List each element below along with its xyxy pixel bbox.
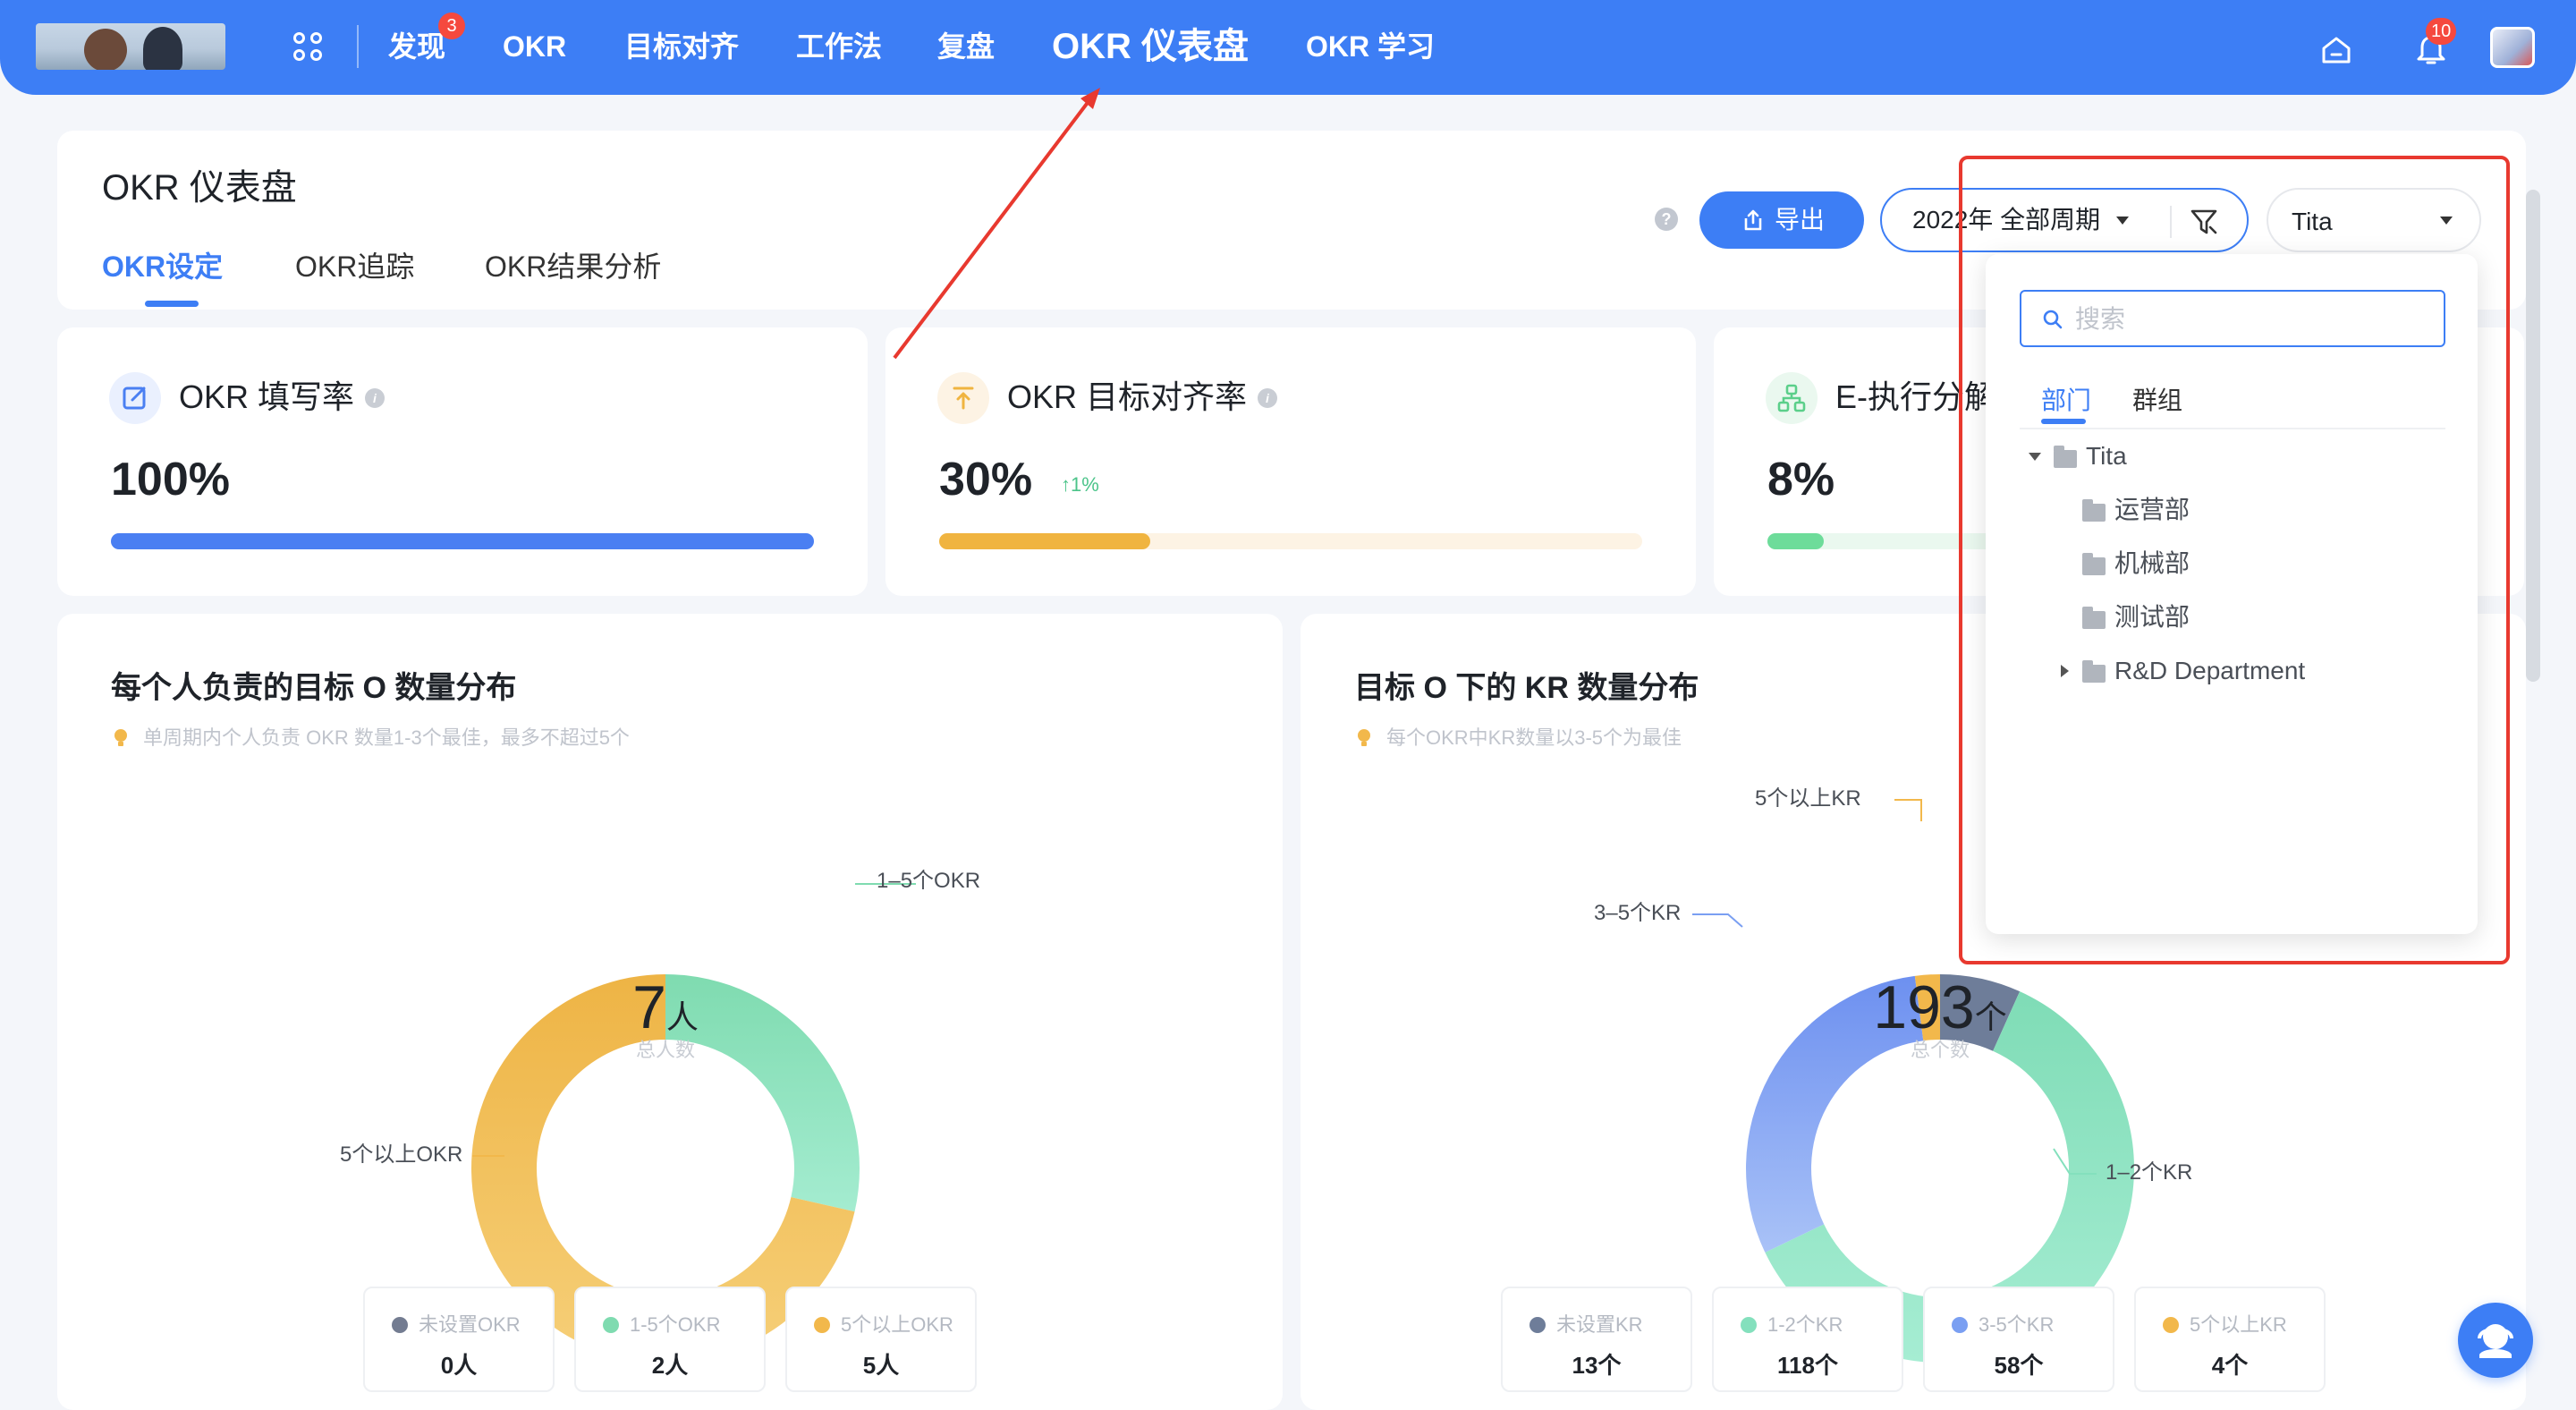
metric-progress-fill [1767,533,1824,549]
metric-progress-fill [111,533,814,549]
callout-1-2-kr: 1–2个KR [2106,1160,2193,1185]
nav-item-okr-dashboard[interactable]: OKR 仪表盘 [1052,25,1249,68]
metric-value: 100% [111,454,230,505]
export-icon [1744,209,1762,231]
legend-label: 5个以上OKR [841,1313,953,1336]
active-tab-indicator [145,301,199,307]
legend-value: 118个 [1777,1352,1838,1379]
help-icon[interactable]: ? [1655,208,1678,231]
nav-item-methods[interactable]: 工作法 [796,29,882,64]
donut-center-label: 总个数 [1910,1039,1970,1061]
donut-center-label: 总人数 [635,1039,695,1061]
info-icon[interactable]: i [1258,388,1277,408]
home-icon[interactable] [2318,32,2354,68]
page-title: OKR 仪表盘 [102,168,297,208]
export-button[interactable]: 导出 [1699,191,1864,249]
notification-badge: 10 [2426,18,2457,45]
metric-delta: ↑1% [1061,473,1099,496]
nav-item-okr-learning[interactable]: OKR 学习 [1306,29,1435,64]
scrollbar[interactable] [2526,190,2540,682]
nav-item-discover[interactable]: 发现 [388,29,445,64]
callout-5-plus-kr: 5个以上KR [1755,786,1861,811]
legend-dot [1741,1317,1757,1333]
legend-5-plus-kr: 5个以上KR 4个 [2134,1287,2326,1392]
legend-value: 58个 [1994,1352,2044,1379]
legend-label: 未设置OKR [419,1313,521,1336]
legend-3-5-kr: 3-5个KR 58个 [1923,1287,2114,1392]
metric-card-fill-rate: OKR 填写率 i 100% [57,327,868,596]
legend-label: 1-5个OKR [630,1313,721,1336]
callout-5-plus-okr: 5个以上OKR [340,1142,463,1167]
nav-item-okr[interactable]: OKR [503,29,566,64]
legend-1-5-okr: 1-5个OKR 2人 [574,1287,766,1392]
legend-value: 4个 [2211,1352,2249,1379]
info-icon[interactable]: i [365,388,385,408]
callout-1-5-okr: 1–5个OKR [877,869,981,893]
nav-divider [357,25,359,68]
metric-title: OKR 目标对齐率 [1007,378,1248,415]
legend-dot [814,1317,830,1333]
tab-okr-tracking[interactable]: OKR追踪 [295,249,414,285]
legend-no-kr: 未设置KR 13个 [1501,1287,1692,1392]
legend-no-okr: 未设置OKR 0人 [363,1287,555,1392]
legend-5-plus-okr: 5个以上OKR 5人 [785,1287,977,1392]
top-navigation-bar: 发现 3 OKR 目标对齐 工作法 复盘 OKR 仪表盘 OKR 学习 10 [0,0,2576,95]
metric-progress-track [939,533,1642,549]
legend-value: 5人 [862,1352,900,1379]
metric-card-alignment-rate: OKR 目标对齐率 i 30% ↑1% [886,327,1696,596]
metric-progress-fill [939,533,1150,549]
tab-okr-setting[interactable]: OKR设定 [102,249,223,285]
tab-okr-results[interactable]: OKR结果分析 [485,249,661,285]
company-logo[interactable] [36,23,225,70]
callout-line [1894,799,1922,821]
metric-title: OKR 填写率 [179,378,355,415]
callout-line [1692,913,1743,928]
highlight-box [1959,156,2510,964]
nav-badge-discover: 3 [438,13,465,39]
legend-value: 0人 [440,1352,478,1379]
export-label: 导出 [1775,206,1826,234]
legend-dot [1952,1317,1968,1333]
legend-value: 13个 [1572,1352,1622,1379]
metric-value: 8% [1767,454,1835,505]
align-top-icon [937,372,989,424]
legend-label: 5个以上KR [2190,1313,2287,1336]
nav-item-review[interactable]: 复盘 [937,29,995,64]
legend-label: 未设置KR [1556,1313,1643,1336]
support-button[interactable] [2458,1303,2533,1378]
edit-icon [109,372,161,424]
avatar[interactable] [2490,27,2535,68]
metric-value: 30% [939,454,1033,505]
legend-dot [1530,1317,1546,1333]
legend-1-2-kr: 1-2个KR 118个 [1712,1287,1903,1392]
legend-dot [603,1317,619,1333]
hierarchy-icon [1766,372,1818,424]
legend-label: 1-2个KR [1767,1313,1843,1336]
legend-dot [2163,1317,2179,1333]
legend-dot [392,1317,408,1333]
app-grid-icon[interactable] [293,32,324,63]
legend-value: 2人 [651,1352,689,1379]
chart-card-objectives-per-person: 每个人负责的目标 O 数量分布 单周期内个人负责 OKR 数量1-3个最佳，最多… [57,614,1283,1410]
metric-progress-track [111,533,814,549]
nav-item-alignment[interactable]: 目标对齐 [624,29,739,64]
callout-3-5-kr: 3–5个KR [1594,901,1682,925]
customer-service-icon [2478,1324,2513,1358]
legend-label: 3-5个KR [1979,1313,2055,1336]
